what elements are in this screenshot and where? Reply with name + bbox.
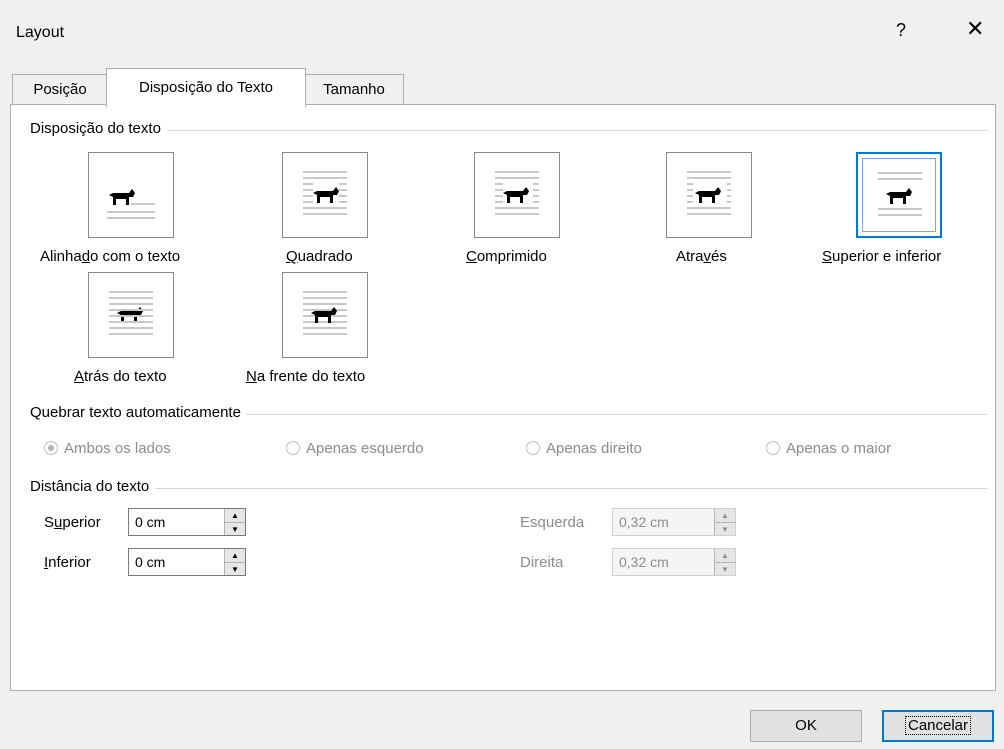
section-title-wrap: Disposição do texto: [30, 120, 167, 137]
dialog-title: Layout: [16, 24, 65, 41]
radio-circle: [526, 441, 540, 455]
close-icon[interactable]: ✕: [966, 16, 984, 42]
wrap-option-top-bottom[interactable]: [856, 152, 942, 238]
direita-spinner[interactable]: 0,32 cm ▲ ▼: [612, 548, 736, 576]
direita-value[interactable]: 0,32 cm: [619, 554, 669, 570]
direita-label: Direita: [520, 554, 564, 571]
wrap-option-through[interactable]: [666, 152, 752, 238]
dog-silhouette-icon: [303, 171, 347, 215]
ok-button[interactable]: OK: [750, 710, 862, 742]
dog-silhouette-icon: [878, 172, 922, 216]
wrap-option-behind-text-label[interactable]: Atrás do texto: [74, 368, 167, 385]
cancel-button[interactable]: Cancelar: [882, 710, 994, 742]
radio-apenas-esquerdo[interactable]: Apenas esquerdo: [286, 440, 424, 457]
spin-up-icon[interactable]: ▲: [225, 509, 245, 522]
section-title-distance: Distância do texto: [30, 478, 156, 495]
wrap-option-square[interactable]: [282, 152, 368, 238]
superior-spinner[interactable]: 0 cm ▲ ▼: [128, 508, 246, 536]
esquerda-label: Esquerda: [520, 514, 585, 531]
esquerda-value[interactable]: 0,32 cm: [619, 514, 669, 530]
dog-silhouette-icon: [107, 189, 155, 219]
wrap-option-through-label[interactable]: Através: [676, 248, 727, 265]
spin-down-icon[interactable]: ▼: [715, 562, 735, 575]
wrap-option-behind-text[interactable]: [88, 272, 174, 358]
dog-silhouette-icon: [687, 171, 731, 215]
dog-silhouette-icon: [109, 291, 153, 335]
help-button[interactable]: ?: [896, 20, 906, 41]
tab-disposicao-do-texto[interactable]: Disposição do Texto: [106, 68, 306, 107]
dog-silhouette-icon: [495, 171, 539, 215]
radio-circle: [766, 441, 780, 455]
inferior-spinner[interactable]: 0 cm ▲ ▼: [128, 548, 246, 576]
wrap-option-in-front-label[interactable]: Na frente do texto: [246, 368, 365, 385]
spin-up-icon[interactable]: ▲: [225, 549, 245, 562]
wrap-option-inline-label[interactable]: Alinhado com o texto: [40, 248, 180, 265]
radio-apenas-o-maior[interactable]: Apenas o maior: [766, 440, 891, 457]
spin-down-icon[interactable]: ▼: [225, 522, 245, 535]
tab-posicao[interactable]: Posição: [12, 74, 108, 105]
wrap-option-top-bottom-label[interactable]: Superior e inferior: [822, 248, 941, 265]
radio-circle: [44, 441, 58, 455]
wrap-option-square-label[interactable]: Quadrado: [286, 248, 353, 265]
inferior-label: Inferior: [44, 554, 91, 571]
esquerda-spinner[interactable]: 0,32 cm ▲ ▼: [612, 508, 736, 536]
section-divider: [30, 130, 988, 131]
tab-tamanho[interactable]: Tamanho: [304, 74, 404, 105]
superior-label: Superior: [44, 514, 101, 531]
section-divider: [30, 488, 988, 489]
wrap-option-tight-label[interactable]: Comprimido: [466, 248, 547, 265]
radio-apenas-direito[interactable]: Apenas direito: [526, 440, 642, 457]
spin-down-icon[interactable]: ▼: [225, 562, 245, 575]
wrap-option-tight[interactable]: [474, 152, 560, 238]
spin-up-icon[interactable]: ▲: [715, 509, 735, 522]
inferior-value[interactable]: 0 cm: [135, 554, 165, 570]
spin-up-icon[interactable]: ▲: [715, 549, 735, 562]
section-title-auto-wrap: Quebrar texto automaticamente: [30, 404, 247, 421]
wrap-option-inline[interactable]: [88, 152, 174, 238]
superior-value[interactable]: 0 cm: [135, 514, 165, 530]
spin-down-icon[interactable]: ▼: [715, 522, 735, 535]
radio-circle: [286, 441, 300, 455]
dog-silhouette-icon: [303, 291, 347, 335]
wrap-option-in-front-of-text[interactable]: [282, 272, 368, 358]
radio-ambos-os-lados[interactable]: Ambos os lados: [44, 440, 171, 457]
